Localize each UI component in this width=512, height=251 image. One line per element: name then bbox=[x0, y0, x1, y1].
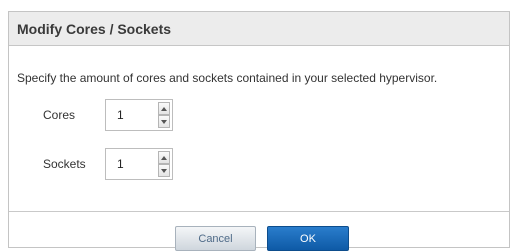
cores-input[interactable] bbox=[117, 100, 157, 130]
dialog-header: Modify Cores / Sockets bbox=[9, 12, 509, 46]
cores-increment-button[interactable] bbox=[158, 102, 170, 115]
sockets-decrement-button[interactable] bbox=[158, 164, 170, 177]
dialog-description: Specify the amount of cores and sockets … bbox=[17, 71, 438, 85]
arrow-up-icon bbox=[161, 106, 167, 111]
dialog-body: Specify the amount of cores and sockets … bbox=[9, 46, 509, 212]
cores-decrement-button[interactable] bbox=[158, 115, 170, 128]
dialog-footer: Cancel OK bbox=[9, 212, 509, 251]
cancel-button[interactable]: Cancel bbox=[175, 226, 256, 251]
arrow-down-icon bbox=[161, 168, 167, 173]
modify-cores-sockets-dialog: Modify Cores / Sockets Specify the amoun… bbox=[8, 11, 510, 251]
sockets-row: Sockets bbox=[43, 148, 173, 180]
cores-spinner bbox=[105, 99, 173, 131]
ok-button[interactable]: OK bbox=[267, 226, 349, 251]
cores-label: Cores bbox=[43, 108, 76, 122]
sockets-input[interactable] bbox=[117, 149, 157, 179]
sockets-increment-button[interactable] bbox=[158, 151, 170, 164]
cores-row: Cores bbox=[43, 99, 173, 131]
dialog-title: Modify Cores / Sockets bbox=[17, 20, 172, 37]
arrow-up-icon bbox=[161, 155, 167, 160]
sockets-spinner bbox=[105, 148, 173, 180]
sockets-label: Sockets bbox=[43, 157, 86, 171]
arrow-down-icon bbox=[161, 119, 167, 124]
